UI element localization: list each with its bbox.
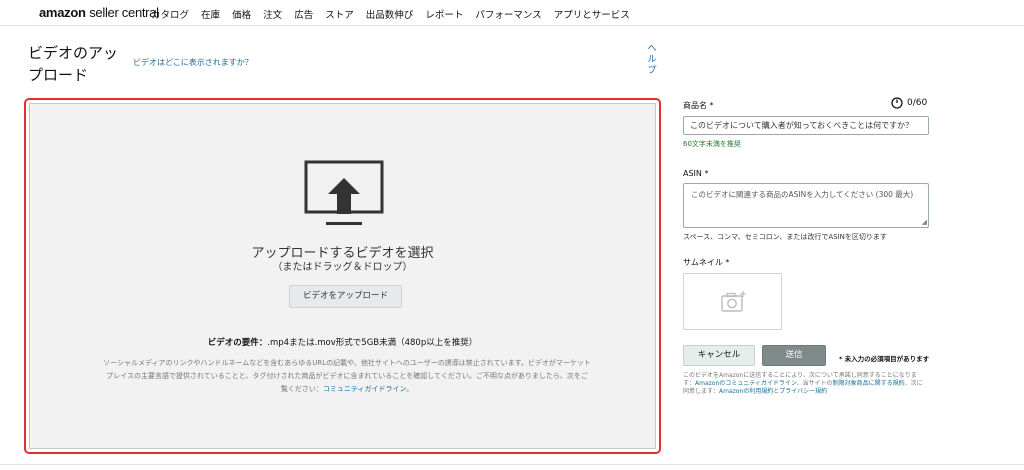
nav-item-growth[interactable]: 出品数伸び — [366, 10, 414, 21]
where-displayed-link[interactable]: ビデオはどこに表示されますか？ — [133, 57, 253, 68]
submit-button[interactable]: 送信 — [762, 345, 826, 366]
top-navigation-bar: amazon seller central カタログ 在庫 価格 注文 広告 ス… — [0, 0, 1024, 26]
terms-text-2: 、当サイトの — [796, 380, 833, 387]
page-title: ビデオのアップロード — [28, 44, 119, 84]
nav-item-inventory[interactable]: 在庫 — [201, 10, 220, 21]
nav-item-reports[interactable]: レポート — [425, 10, 463, 21]
required-fields-note: * 未入力の必須項目があります — [839, 355, 930, 363]
counter-value: 0/60 — [907, 98, 928, 108]
resize-handle-icon[interactable]: ◢ — [922, 219, 927, 226]
bottom-divider — [0, 464, 1024, 465]
help-link[interactable]: ヘルプ — [646, 44, 658, 77]
requirements-label: ビデオの要件： — [207, 338, 268, 348]
community-guidelines-link[interactable]: コミュニティガイドライン — [323, 385, 406, 393]
asin-hint: スペース、コンマ、セミコロン、または改行でASINを区切ります — [683, 233, 887, 241]
add-photo-icon — [721, 291, 746, 312]
asin-field-label: ASIN * — [683, 169, 709, 178]
asin-placeholder: このビデオに関連する商品のASINを入力してください (300 最大) — [691, 190, 914, 199]
logo-brand: amazon — [39, 5, 86, 20]
asin-textarea[interactable]: このビデオに関連する商品のASINを入力してください (300 最大) ◢ — [683, 183, 929, 228]
disclaimer-end: 。 — [406, 385, 414, 393]
terms-link-restricted[interactable]: 制限対象商品に関する規約 — [833, 380, 905, 387]
terms-link-privacy[interactable]: プライバシー規約 — [779, 388, 827, 395]
logo-sub: seller central — [89, 5, 159, 20]
cancel-button[interactable]: キャンセル — [683, 345, 755, 366]
drag-drop-text: （またはドラッグ＆ドロップ） — [272, 262, 413, 273]
nav-item-advertising[interactable]: 広告 — [294, 10, 313, 21]
requirements-text: .mp4または.mov形式で5GB未満（480p以上を推奨） — [267, 338, 478, 348]
upload-monitor-icon — [304, 160, 384, 225]
title-hint: 60文字未満を推奨 — [683, 140, 741, 148]
seller-central-logo[interactable]: amazon seller central — [39, 5, 159, 20]
thumbnail-upload-box[interactable] — [683, 273, 782, 330]
nav-item-stores[interactable]: ストア — [325, 10, 354, 21]
thumbnail-label: サムネイル * — [683, 258, 730, 267]
video-requirements: ビデオの要件：.mp4または.mov形式で5GB未満（480p以上を推奨） — [30, 336, 655, 348]
nav-item-pricing[interactable]: 価格 — [232, 10, 251, 21]
submission-terms: このビデオをAmazonに送信することにより、次について承諾し同意することになり… — [683, 372, 928, 396]
timer-icon — [891, 97, 903, 109]
upload-zone-highlight: アップロードするビデオを選択 （またはドラッグ＆ドロップ） ビデオをアップロード… — [24, 98, 661, 454]
main-nav: カタログ 在庫 価格 注文 広告 ストア 出品数伸び レポート パフォーマンス … — [151, 7, 639, 21]
nav-item-catalog[interactable]: カタログ — [151, 10, 189, 21]
upload-disclaimer: ソーシャルメディアのリンクやハンドルネームなどを含むあらゆるURLの記載や、他社… — [103, 357, 591, 396]
terms-link-community[interactable]: Amazonのコミュニティガイドライン — [695, 380, 797, 387]
video-drop-zone[interactable]: アップロードするビデオを選択 （またはドラッグ＆ドロップ） ビデオをアップロード… — [29, 103, 656, 449]
title-field-label: 商品名 * — [683, 101, 714, 110]
upload-video-button[interactable]: ビデオをアップロード — [289, 285, 402, 308]
nav-item-performance[interactable]: パフォーマンス — [475, 10, 541, 21]
title-input[interactable]: このビデオについて購入者が知っておくべきことは何ですか？ — [683, 116, 929, 135]
nav-item-apps-services[interactable]: アプリとサービス — [554, 10, 630, 21]
nav-item-orders[interactable]: 注文 — [263, 10, 282, 21]
title-char-counter: 0/60 — [891, 97, 927, 109]
terms-link-conditions[interactable]: Amazonの利用規約 — [719, 388, 773, 395]
